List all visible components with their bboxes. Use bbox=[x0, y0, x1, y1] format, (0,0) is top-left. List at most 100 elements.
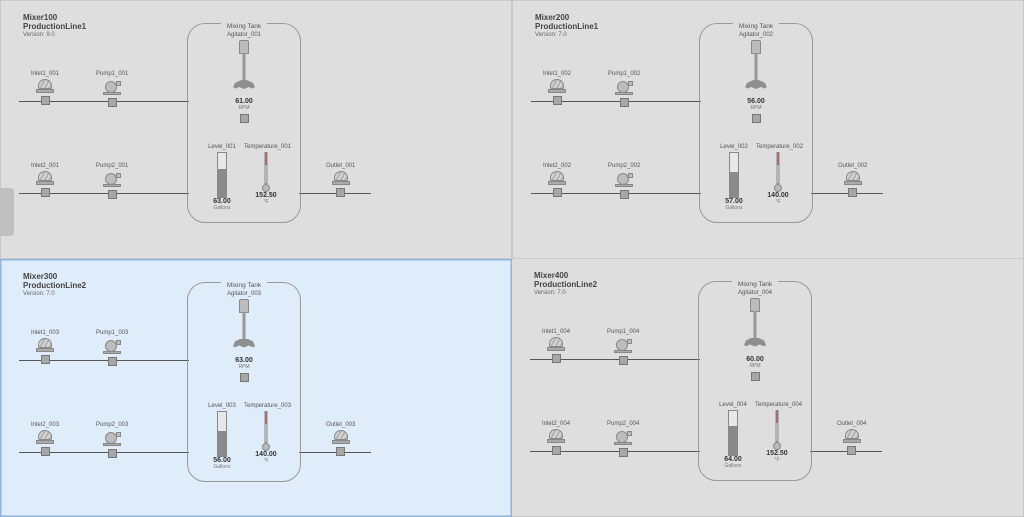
outlet-label: Outlet_003 bbox=[326, 422, 355, 428]
inlet2[interactable]: Inlet2_001 bbox=[31, 163, 59, 197]
pump-icon bbox=[615, 79, 633, 95]
pump1[interactable]: Pump1_003 bbox=[96, 330, 128, 366]
pump1[interactable]: Pump1_001 bbox=[96, 71, 128, 107]
handle-icon bbox=[751, 372, 760, 381]
agitator-icon bbox=[742, 40, 770, 98]
production-line: ProductionLine2 bbox=[23, 281, 86, 290]
inlet1[interactable]: Inlet1_001 bbox=[31, 71, 59, 105]
inlet1-label: Inlet1_002 bbox=[543, 71, 571, 77]
level-value: 56.00 bbox=[200, 457, 244, 464]
version: Version: 9.0 bbox=[23, 32, 86, 39]
level-unit: Gallons bbox=[711, 463, 755, 469]
temp-value: 140.00 bbox=[244, 451, 288, 458]
agitator-value: 63.00 bbox=[214, 357, 274, 364]
dome-icon bbox=[332, 171, 350, 185]
agitator-unit: RPM bbox=[214, 364, 274, 370]
agitator[interactable]: Agitator_004 60.00 RPM bbox=[725, 290, 785, 381]
panel-header: Mixer200 ProductionLine1 Version: 7.0 bbox=[535, 13, 598, 39]
temp-value: 152.50 bbox=[755, 450, 799, 457]
mixer-panel-Mixer200[interactable]: Mixer200 ProductionLine1 Version: 7.0 In… bbox=[512, 0, 1024, 259]
level[interactable]: Level_003 56.00 Gallons bbox=[200, 403, 244, 470]
inlet2[interactable]: Inlet2_003 bbox=[31, 422, 59, 456]
outlet[interactable]: Outlet_004 bbox=[837, 421, 866, 455]
inlet2[interactable]: Inlet2_004 bbox=[542, 421, 570, 455]
pump1[interactable]: Pump1_004 bbox=[607, 329, 639, 365]
agitator[interactable]: Agitator_002 56.00 RPM bbox=[726, 32, 786, 123]
agitator-icon bbox=[741, 298, 769, 356]
pump2-label: Pump2_002 bbox=[608, 163, 640, 169]
agitator-label: Agitator_001 bbox=[214, 32, 274, 38]
temp-value: 152.50 bbox=[244, 192, 288, 199]
dome-icon bbox=[548, 171, 566, 185]
agitator-value: 56.00 bbox=[726, 98, 786, 105]
pump1-label: Pump1_001 bbox=[96, 71, 128, 77]
mixer-panel-Mixer300[interactable]: Mixer300 ProductionLine2 Version: 7.0 In… bbox=[0, 259, 512, 517]
level-icon bbox=[728, 410, 738, 456]
temperature[interactable]: Temperature_001 152.50 °F bbox=[244, 144, 288, 205]
temp-unit: °F bbox=[244, 199, 288, 205]
pump-icon bbox=[614, 337, 632, 353]
inlet1-label: Inlet1_003 bbox=[31, 330, 59, 336]
dome-icon bbox=[844, 171, 862, 185]
handle-icon bbox=[41, 188, 50, 197]
level[interactable]: Level_004 64.00 Gallons bbox=[711, 402, 755, 469]
inlet2-label: Inlet2_002 bbox=[543, 163, 571, 169]
temperature[interactable]: Temperature_003 140.00 °F bbox=[244, 403, 288, 464]
pump-icon bbox=[103, 430, 121, 446]
agitator[interactable]: Agitator_001 61.00 RPM bbox=[214, 32, 274, 123]
handle-icon bbox=[108, 98, 117, 107]
temperature[interactable]: Temperature_002 140.00 °F bbox=[756, 144, 800, 205]
pump2[interactable]: Pump2_001 bbox=[96, 163, 128, 199]
temperature[interactable]: Temperature_004 152.50 °F bbox=[755, 402, 799, 463]
level[interactable]: Level_002 57.00 Gallons bbox=[712, 144, 756, 211]
temp-unit: °F bbox=[756, 199, 800, 205]
pump1-label: Pump1_003 bbox=[96, 330, 128, 336]
inlet2-label: Inlet2_004 bbox=[542, 421, 570, 427]
handle-icon bbox=[552, 354, 561, 363]
pump-icon bbox=[614, 429, 632, 445]
handle-icon bbox=[619, 448, 628, 457]
dome-icon bbox=[36, 430, 54, 444]
handle-icon bbox=[108, 357, 117, 366]
outlet[interactable]: Outlet_003 bbox=[326, 422, 355, 456]
mixer-panel-Mixer100[interactable]: Mixer100 ProductionLine1 Version: 9.0 In… bbox=[0, 0, 512, 259]
side-handle[interactable] bbox=[0, 188, 14, 236]
mixer-id: Mixer100 bbox=[23, 13, 86, 22]
handle-icon bbox=[847, 446, 856, 455]
pump-icon bbox=[103, 171, 121, 187]
handle-icon bbox=[240, 373, 249, 382]
agitator-value: 60.00 bbox=[725, 356, 785, 363]
level-label: Level_003 bbox=[200, 403, 244, 409]
pump2[interactable]: Pump2_003 bbox=[96, 422, 128, 458]
level-label: Level_004 bbox=[711, 402, 755, 408]
level-icon bbox=[729, 152, 739, 198]
mixing-tank: Mixing Tank Agitator_004 60.00 RPM Level… bbox=[698, 281, 812, 481]
inlet1[interactable]: Inlet1_003 bbox=[31, 330, 59, 364]
inlet1[interactable]: Inlet1_002 bbox=[543, 71, 571, 105]
level[interactable]: Level_001 63.00 Gallons bbox=[200, 144, 244, 211]
pump1[interactable]: Pump1_002 bbox=[608, 71, 640, 107]
temp-label: Temperature_002 bbox=[756, 144, 800, 150]
inlet1[interactable]: Inlet1_004 bbox=[542, 329, 570, 363]
level-icon bbox=[217, 152, 227, 198]
panel-header: Mixer100 ProductionLine1 Version: 9.0 bbox=[23, 13, 86, 39]
level-value: 57.00 bbox=[712, 198, 756, 205]
mixer-panel-Mixer400[interactable]: Mixer400 ProductionLine2 Version: 7.0 In… bbox=[512, 259, 1024, 517]
agitator-label: Agitator_004 bbox=[725, 290, 785, 296]
handle-icon bbox=[41, 96, 50, 105]
pump2[interactable]: Pump2_002 bbox=[608, 163, 640, 199]
tank-title: Mixing Tank bbox=[733, 23, 779, 30]
agitator[interactable]: Agitator_003 63.00 RPM bbox=[214, 291, 274, 382]
thermometer-icon bbox=[261, 152, 271, 192]
temp-label: Temperature_004 bbox=[755, 402, 799, 408]
inlet2[interactable]: Inlet2_002 bbox=[543, 163, 571, 197]
handle-icon bbox=[108, 449, 117, 458]
panel-header: Mixer300 ProductionLine2 Version: 7.0 bbox=[23, 272, 86, 298]
pump2-label: Pump2_004 bbox=[607, 421, 639, 427]
handle-icon bbox=[553, 96, 562, 105]
outlet[interactable]: Outlet_001 bbox=[326, 163, 355, 197]
temp-value: 140.00 bbox=[756, 192, 800, 199]
thermometer-icon bbox=[261, 411, 271, 451]
pump2[interactable]: Pump2_004 bbox=[607, 421, 639, 457]
outlet[interactable]: Outlet_002 bbox=[838, 163, 867, 197]
